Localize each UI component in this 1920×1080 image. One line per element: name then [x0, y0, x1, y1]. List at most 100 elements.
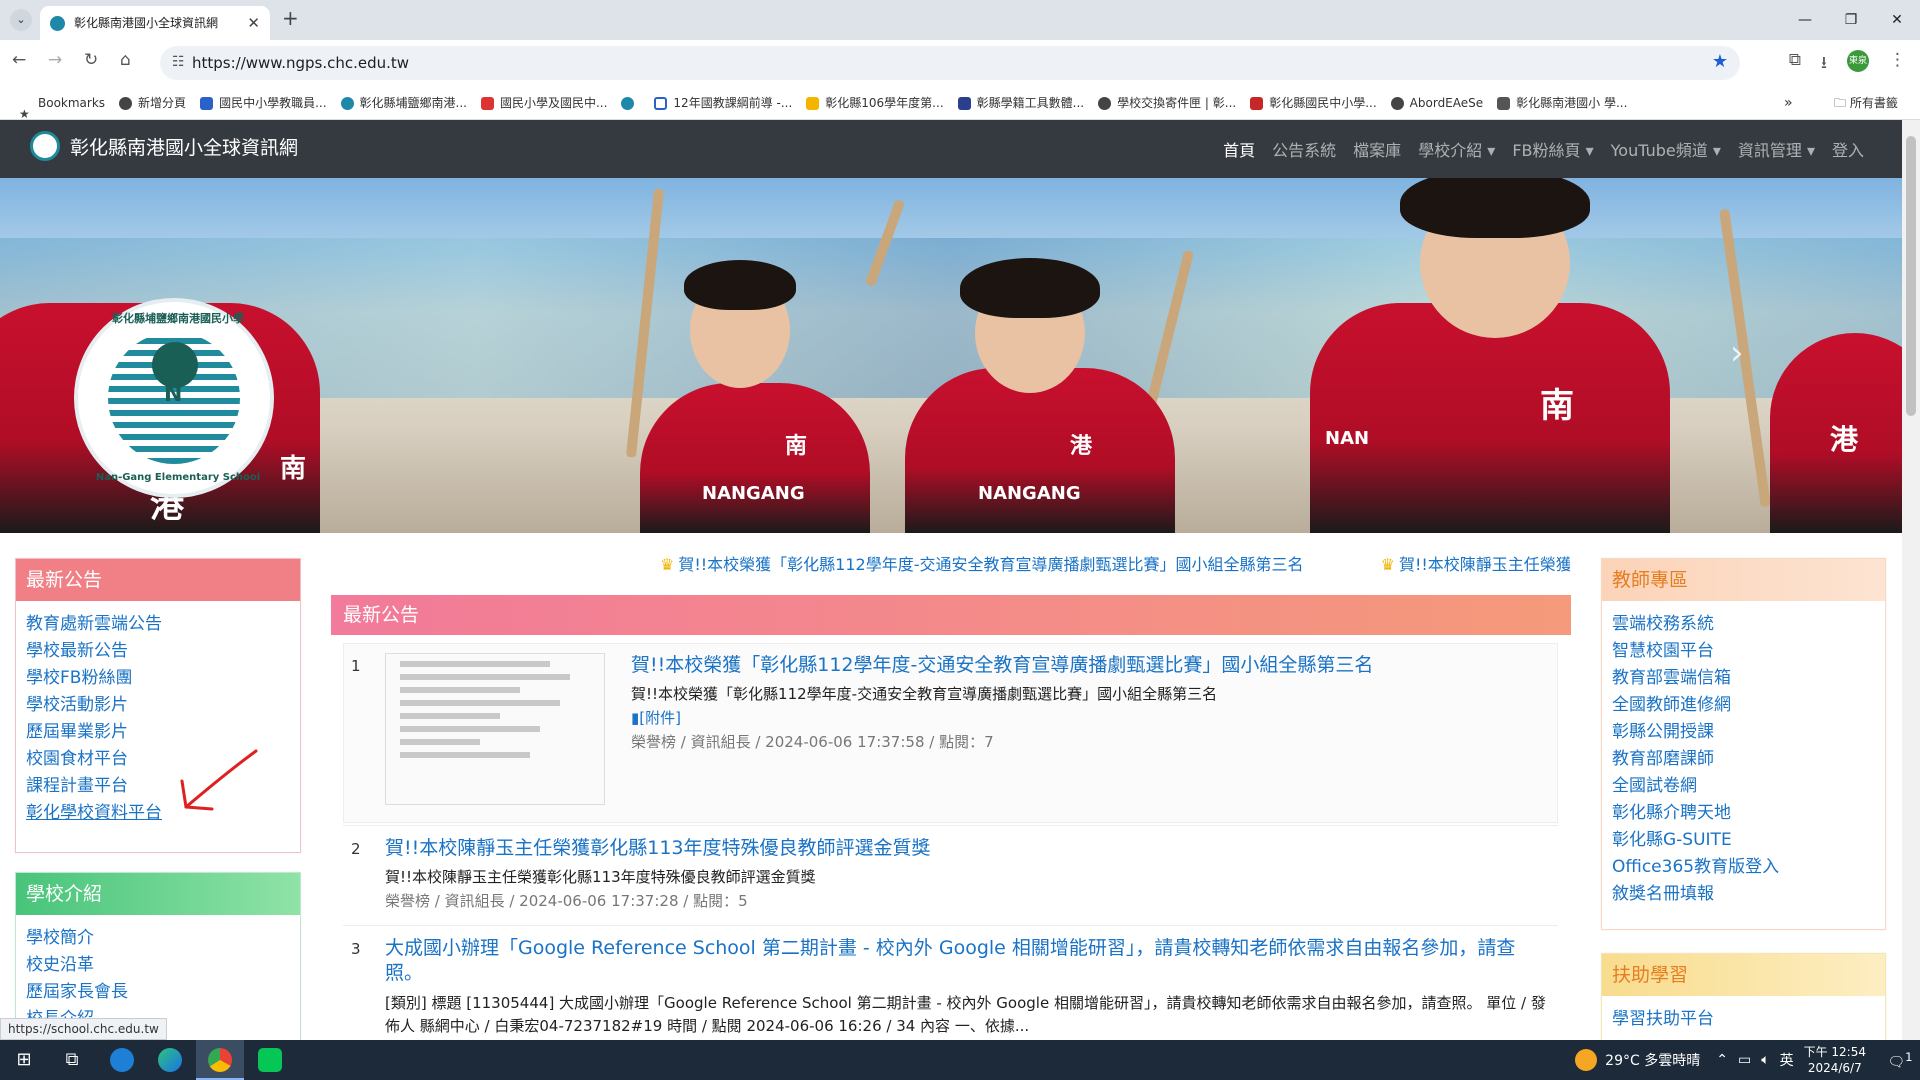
hero-child-hair: [960, 258, 1100, 318]
task-view-icon[interactable]: ⧉: [48, 1040, 96, 1080]
page-scrollbar[interactable]: [1902, 120, 1920, 1040]
tray-chevron-icon[interactable]: ⌃: [1716, 1052, 1728, 1068]
new-tab-button[interactable]: +: [282, 6, 299, 30]
close-window-icon[interactable]: ✕: [1874, 0, 1920, 40]
bookmark-item[interactable]: AbordEAeSe: [1384, 86, 1490, 120]
network-icon[interactable]: ▭: [1738, 1052, 1751, 1068]
start-windows-icon[interactable]: ⊞: [0, 1040, 48, 1080]
menu-item-youtube[interactable]: YouTube頻道 ▾: [1611, 137, 1721, 161]
bookmark-item[interactable]: 國民中小學教職員...: [193, 86, 333, 120]
extensions-icon[interactable]: ⧉: [1789, 50, 1801, 79]
restore-icon[interactable]: ❐: [1828, 0, 1874, 40]
bookmark-label: 彰化縣南港國小 學...: [1516, 96, 1628, 110]
bookmark-star-icon[interactable]: ★: [1712, 51, 1728, 72]
reload-icon[interactable]: ↻: [84, 50, 98, 70]
site-info-icon[interactable]: ☷: [172, 54, 185, 70]
caret-down-icon: ▾: [1806, 141, 1815, 160]
school-icon: [340, 96, 354, 110]
tab-search-button[interactable]: ⌄: [10, 9, 32, 31]
link-moocs[interactable]: 教育部磨課師: [1612, 746, 1875, 773]
link-parent-chairs[interactable]: 歷屆家長會長: [26, 979, 290, 1006]
bookmark-item[interactable]: 學校交換寄件匣 | 彰...: [1091, 86, 1243, 120]
weather-text[interactable]: 29°C 多雲時晴: [1605, 1050, 1700, 1070]
bookmark-item[interactable]: 彰化縣106學年度第...: [799, 86, 950, 120]
chrome-icon[interactable]: [196, 1040, 244, 1080]
ticker-item[interactable]: ♛ 賀!!本校榮獲「彰化縣112學年度-交通安全教育宣導廣播劇甄選比賽」國小組全縣…: [660, 555, 1340, 574]
profile-avatar[interactable]: 東泉: [1847, 50, 1869, 72]
link-learning-support[interactable]: 學習扶助平台: [1612, 1006, 1875, 1033]
link-open-class[interactable]: 彰縣公開授課: [1612, 719, 1875, 746]
ime-indicator[interactable]: 英: [1780, 1050, 1794, 1070]
browser-tab[interactable]: 彰化縣南港國小全球資訊網 ✕: [40, 6, 270, 40]
link-teacher-transfer[interactable]: 彰化縣介聘天地: [1612, 800, 1875, 827]
browser-menu-icon[interactable]: ⋮: [1889, 50, 1906, 79]
link-exam-net[interactable]: 全國試卷網: [1612, 773, 1875, 800]
bookmark-label: 學校交換寄件匣 | 彰...: [1117, 96, 1237, 110]
carousel-next-icon[interactable]: ›: [1730, 333, 1744, 373]
bookmark-item[interactable]: 12年國教課綱前導 -...: [647, 86, 799, 120]
link-smart-campus[interactable]: 智慧校園平台: [1612, 638, 1875, 665]
news-title-link[interactable]: 賀!!本校陳靜玉主任榮獲彰化縣113年度特殊優良教師評選金質獎: [385, 836, 1535, 861]
bookmark-item[interactable]: 彰化縣南港國小 學...: [1490, 86, 1634, 120]
clock[interactable]: 下午 12:54 2024/6/7: [1804, 1044, 1866, 1076]
forward-arrow-icon[interactable]: →: [48, 50, 62, 70]
bookmark-item[interactable]: [614, 86, 647, 120]
link-award-form[interactable]: 敘獎名冊填報: [1612, 881, 1875, 908]
menu-item-files[interactable]: 檔案庫: [1353, 137, 1401, 161]
download-icon[interactable]: ⭳: [1821, 50, 1827, 79]
line-app-icon[interactable]: [246, 1040, 294, 1080]
more-bookmarks-icon[interactable]: »: [1784, 86, 1793, 120]
menu-item-login[interactable]: 登入: [1832, 137, 1864, 161]
ticker-item[interactable]: ♛賀!!本校陳靜玉主任榮獲彰化縣113年度特殊優良教師評選金質獎: [1381, 555, 1570, 574]
bookmark-item[interactable]: 新增分頁: [112, 86, 193, 120]
news-ticker[interactable]: ♛ 賀!!本校榮獲「彰化縣112學年度-交通安全教育宣導廣播劇甄選比賽」國小組全縣…: [660, 550, 1570, 580]
hero-child: [640, 383, 870, 533]
home-icon[interactable]: ⌂: [120, 50, 131, 70]
bookmark-label: 國民小學及國民中...: [499, 96, 608, 110]
close-tab-icon[interactable]: ✕: [247, 6, 260, 40]
internet-explorer-icon[interactable]: [98, 1040, 146, 1080]
link-activity-videos[interactable]: 學校活動影片: [26, 692, 290, 719]
notification-icon[interactable]: 🗨︎1: [1880, 1050, 1920, 1071]
url-text[interactable]: https://www.ngps.chc.edu.tw: [192, 46, 409, 80]
bookmark-item[interactable]: 彰縣學籍工具數體...: [951, 86, 1091, 120]
menu-item-school-intro[interactable]: 學校介紹 ▾: [1418, 137, 1495, 161]
news-title-link[interactable]: 賀!!本校榮獲「彰化縣112學年度-交通安全教育宣導廣播劇甄選比賽」國小組全縣第…: [631, 653, 1531, 678]
scrollbar-thumb[interactable]: [1906, 136, 1916, 416]
attachment-link[interactable]: ▮[附件]: [631, 707, 681, 728]
right-learning-panel: 扶助學習 學習扶助平台: [1601, 953, 1886, 1040]
link-school-news[interactable]: 學校最新公告: [26, 638, 290, 665]
site-brand[interactable]: 彰化縣南港國小全球資訊網: [30, 131, 298, 161]
grid-icon: [1497, 96, 1511, 110]
news-title-link[interactable]: 大成國小辦理「Google Reference School 第二期計畫 - 校…: [385, 936, 1550, 986]
link-teacher-training[interactable]: 全國教師進修網: [1612, 692, 1875, 719]
hero-carousel[interactable]: 南 港 NANGANG 南 港 NANGANG NAN 南 港 N 彰化縣埔鹽鄉…: [0, 178, 1902, 533]
minimize-icon[interactable]: —: [1782, 0, 1828, 40]
omnibox[interactable]: ☷ https://www.ngps.chc.edu.tw ★: [160, 46, 1740, 80]
menu-item-fb[interactable]: FB粉絲頁 ▾: [1512, 137, 1593, 161]
link-graduation-videos[interactable]: 歷屆畢業影片: [26, 719, 290, 746]
menu-item-announcements[interactable]: 公告系統: [1272, 137, 1336, 161]
link-school-brief[interactable]: 學校簡介: [26, 925, 290, 952]
bookmark-label: 彰縣學籍工具數體...: [976, 96, 1085, 110]
bookmark-item[interactable]: 國民小學及國民中...: [474, 86, 614, 120]
link-edu-cloud-announce[interactable]: 教育處新雲端公告: [26, 611, 290, 638]
bookmark-item[interactable]: 彰化縣埔鹽鄉南港...: [334, 86, 474, 120]
news-meta: 榮譽榜 / 資訊組長 / 2024-06-06 17:37:58 / 點閱：7: [631, 733, 994, 751]
edge-icon[interactable]: [146, 1040, 194, 1080]
bookmark-item[interactable]: 彰化縣國民中小學...: [1243, 86, 1383, 120]
link-cloud-admin[interactable]: 雲端校務系統: [1612, 611, 1875, 638]
thumb-line: [400, 687, 520, 693]
volume-icon[interactable]: 🔈︎: [1761, 1052, 1769, 1068]
link-moe-mail[interactable]: 教育部雲端信箱: [1612, 665, 1875, 692]
all-bookmarks-folder[interactable]: 🗀 所有書籤: [1834, 86, 1898, 120]
back-arrow-icon[interactable]: ←: [12, 50, 26, 70]
news-thumbnail[interactable]: [385, 653, 605, 805]
link-school-history[interactable]: 校史沿革: [26, 952, 290, 979]
menu-item-home[interactable]: 首頁: [1223, 137, 1255, 161]
link-gsuite[interactable]: 彰化縣G-SUITE: [1612, 827, 1875, 854]
bookmark-item[interactable]: ★ Bookmarks: [12, 86, 112, 121]
link-school-fb[interactable]: 學校FB粉絲團: [26, 665, 290, 692]
menu-item-info-admin[interactable]: 資訊管理 ▾: [1738, 137, 1815, 161]
link-office365[interactable]: Office365教育版登入: [1612, 854, 1875, 881]
